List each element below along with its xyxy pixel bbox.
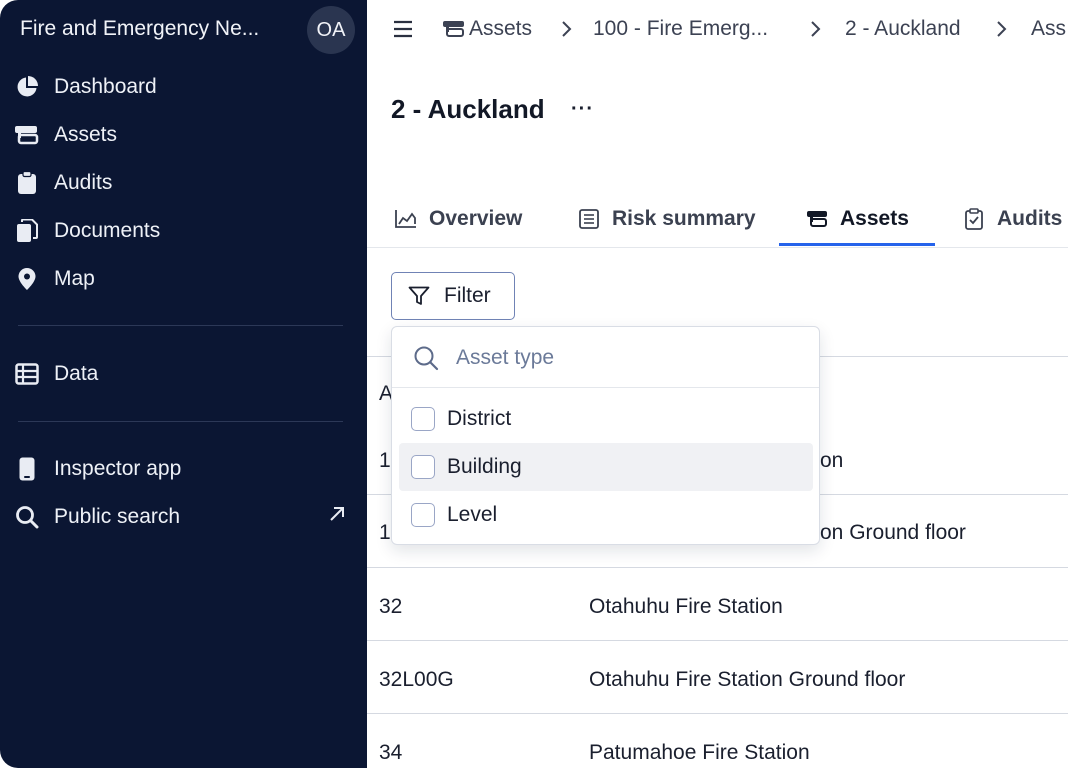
more-options-button[interactable]: ··· (571, 98, 599, 122)
option-label: Level (447, 503, 498, 526)
checkbox[interactable] (411, 455, 435, 479)
breadcrumb-fire-emergency[interactable]: 100 - Fire Emerg... (593, 17, 768, 41)
sidebar-item-data[interactable]: Data (14, 356, 354, 392)
asset-id: 1 (379, 521, 391, 544)
checkbox[interactable] (411, 503, 435, 527)
table-row[interactable]: 32L00G Otahuhu Fire Station Ground floor (367, 641, 1068, 714)
chevron-right-icon (559, 18, 575, 40)
sidebar-item-audits[interactable]: Audits (14, 165, 354, 201)
option-label: Building (447, 455, 522, 478)
org-switcher[interactable]: Fire and Emergency Ne... OA (0, 0, 367, 60)
breadcrumb-assets[interactable]: Assets (442, 17, 532, 41)
asset-name: Patumahoe Fire Station (589, 741, 810, 764)
avatar[interactable]: OA (307, 6, 355, 54)
org-name[interactable]: Fire and Emergency Ne... (20, 17, 259, 41)
sidebar-item-dashboard[interactable]: Dashboard (14, 69, 354, 105)
sidebar-item-label: Map (54, 267, 95, 290)
asset-type-search-input[interactable] (456, 341, 796, 375)
sidebar-item-label: Documents (54, 219, 161, 242)
tab-risk-summary[interactable]: Risk summary (578, 190, 756, 248)
map-pin-icon (14, 266, 40, 292)
list-icon (578, 208, 600, 230)
filter-button[interactable]: Filter (391, 272, 515, 320)
sidebar-divider (18, 325, 343, 326)
option-level[interactable]: Level (399, 491, 813, 539)
sidebar-item-label: Dashboard (54, 75, 157, 98)
option-label: District (447, 407, 512, 430)
breadcrumb-auckland[interactable]: 2 - Auckland (845, 17, 961, 41)
asset-id: 32L00G (379, 668, 454, 691)
filter-icon (408, 286, 430, 306)
sidebar-item-label: Inspector app (54, 457, 182, 480)
top-bar: Assets 100 - Fire Emerg... 2 - Auckland … (367, 0, 1068, 60)
sidebar-item-label: Audits (54, 171, 113, 194)
assets-icon (806, 208, 828, 230)
asset-name: Otahuhu Fire Station (589, 595, 783, 618)
sidebar: Fire and Emergency Ne... OA Dashboard As… (0, 0, 367, 768)
sidebar-item-label: Public search (54, 505, 181, 528)
table-row[interactable]: 32 Otahuhu Fire Station (367, 568, 1068, 641)
sidebar-item-map[interactable]: Map (14, 261, 354, 297)
asset-id: 1 (379, 449, 391, 472)
dropdown-search (392, 327, 819, 388)
phone-icon (14, 456, 40, 482)
tab-bar: Overview Risk summary Assets Audits (367, 190, 1068, 248)
asset-id: 34 (379, 741, 403, 764)
tab-assets[interactable]: Assets (806, 190, 909, 248)
sidebar-item-label: Assets (54, 123, 118, 146)
pie-chart-icon (14, 74, 40, 100)
page-title: 2 - Auckland (391, 94, 545, 124)
asset-name: on Ground floor (820, 521, 966, 544)
active-tab-indicator (779, 243, 935, 246)
tab-audits[interactable]: Audits (963, 190, 1062, 248)
sidebar-item-documents[interactable]: Documents (14, 213, 354, 249)
asset-name: on (820, 449, 844, 472)
option-building[interactable]: Building (399, 443, 813, 491)
table-icon (14, 361, 40, 387)
asset-name: Otahuhu Fire Station Ground floor (589, 668, 906, 691)
area-chart-icon (395, 208, 417, 230)
sidebar-item-public-search[interactable]: Public search (14, 499, 354, 535)
clipboard-icon (14, 170, 40, 196)
menu-icon[interactable] (393, 20, 413, 38)
chevron-right-icon (994, 18, 1010, 40)
checkbox[interactable] (411, 407, 435, 431)
assets-icon (442, 19, 466, 39)
search-icon (14, 504, 40, 530)
search-icon (413, 345, 439, 376)
table-row[interactable]: 34 Patumahoe Fire Station (367, 714, 1068, 768)
assets-icon (14, 122, 40, 148)
clipboard-check-icon (963, 208, 985, 230)
breadcrumb-assets-current[interactable]: Ass (1031, 17, 1066, 41)
asset-type-filter-dropdown: District Building Level (391, 326, 820, 545)
documents-icon (14, 218, 40, 244)
sidebar-divider (18, 421, 343, 422)
tab-overview[interactable]: Overview (395, 190, 522, 248)
external-link-icon (328, 505, 346, 528)
sidebar-item-inspector-app[interactable]: Inspector app (14, 451, 354, 487)
chevron-right-icon (808, 18, 824, 40)
sidebar-item-assets[interactable]: Assets (14, 117, 354, 153)
option-district[interactable]: District (399, 395, 813, 443)
sidebar-item-label: Data (54, 362, 99, 385)
asset-id: 32 (379, 595, 403, 618)
